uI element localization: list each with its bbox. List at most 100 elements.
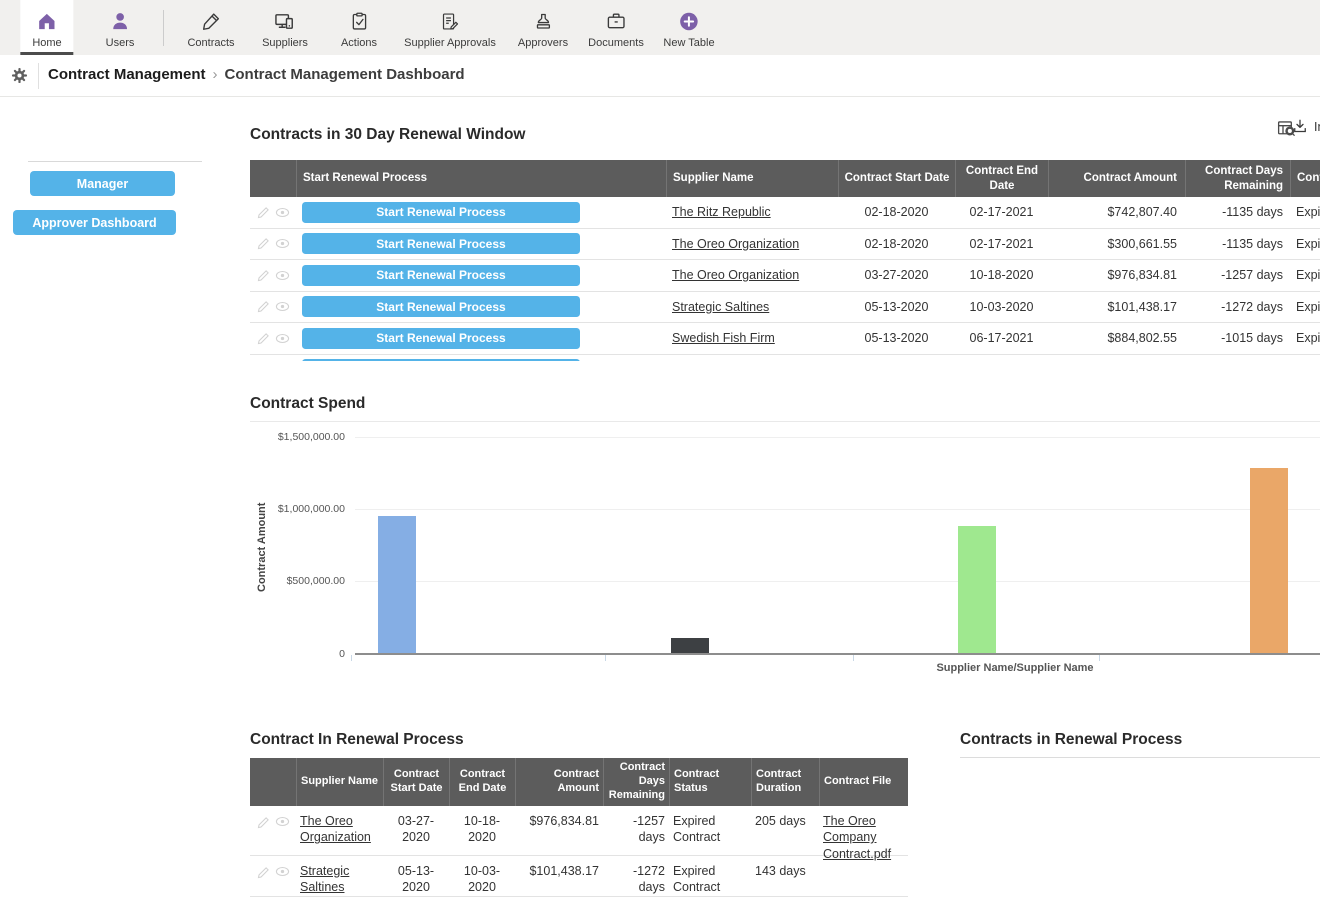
manager-button[interactable]: Manager bbox=[30, 171, 175, 196]
nav-label: Home bbox=[32, 37, 61, 49]
view-eye-icon[interactable] bbox=[275, 301, 290, 312]
header-contract-amount: Contract Amount bbox=[515, 758, 603, 806]
nav-label: Approvers bbox=[518, 37, 568, 49]
header-contract-start: Contract Start Date bbox=[838, 160, 955, 197]
header-actions-cell bbox=[250, 160, 296, 197]
nav-tab-contracts[interactable]: Contracts bbox=[175, 0, 246, 55]
contract-status: Expired Contract bbox=[1290, 237, 1320, 251]
supplier-link[interactable]: Strategic Saltines bbox=[672, 300, 769, 314]
devices-icon bbox=[273, 8, 296, 34]
nav-tab-approvers[interactable]: Approvers bbox=[506, 0, 580, 55]
view-eye-icon[interactable] bbox=[275, 866, 290, 879]
edit-pencil-icon[interactable] bbox=[257, 816, 270, 829]
view-eye-icon[interactable] bbox=[275, 207, 290, 218]
table-row: The Oreo Organization 03-27-2020 10-18-2… bbox=[250, 806, 908, 856]
table-row: Start Renewal Process Sour Patch Co 07-1… bbox=[250, 355, 1320, 362]
contract-duration: 205 days bbox=[751, 813, 819, 829]
supplier-link[interactable]: Strategic Saltines bbox=[300, 864, 349, 894]
supplier-link[interactable]: Swedish Fish Firm bbox=[672, 331, 775, 345]
supplier-link[interactable]: The Oreo Organization bbox=[672, 268, 799, 282]
start-renewal-process-button[interactable]: Start Renewal Process bbox=[302, 328, 580, 349]
contract-spend-chart: Contract Spend Contract Amount $1,500,00… bbox=[250, 395, 1320, 685]
in-renewal-title: Contract In Renewal Process bbox=[250, 731, 464, 749]
edit-pencil-icon[interactable] bbox=[257, 237, 270, 250]
edit-pencil-icon[interactable] bbox=[257, 300, 270, 313]
edit-pencil-icon[interactable] bbox=[257, 206, 270, 219]
contract-amount: $101,438.17 bbox=[1048, 300, 1185, 314]
nav-tab-suppliers[interactable]: Suppliers bbox=[250, 0, 320, 55]
plus-circle-icon bbox=[678, 8, 699, 34]
approver-dashboard-button[interactable]: Approver Dashboard bbox=[13, 210, 176, 235]
header-contract-status: Contract Status bbox=[1290, 160, 1320, 197]
edit-pencil-icon[interactable] bbox=[257, 332, 270, 345]
divider bbox=[38, 63, 39, 89]
view-eye-icon[interactable] bbox=[275, 238, 290, 249]
nav-tab-actions[interactable]: Actions bbox=[329, 0, 389, 55]
contract-file-link[interactable]: The Oreo Company Contract.pdf bbox=[823, 814, 891, 861]
chart-plot-area: Contract Amount $1,500,000.00 $1,000,000… bbox=[250, 421, 1320, 684]
nav-tab-users[interactable]: Users bbox=[94, 0, 147, 55]
gear-icon[interactable] bbox=[10, 66, 29, 85]
nav-tab-new-table[interactable]: New Table bbox=[651, 0, 726, 55]
contract-duration: 143 days bbox=[751, 863, 819, 879]
header-contract-end: Contract End Date bbox=[955, 160, 1048, 197]
contract-days-remaining: -1135 days bbox=[1185, 237, 1290, 251]
contract-days-remaining: -1272 days bbox=[1185, 300, 1290, 314]
import-button[interactable]: Import bbox=[1291, 118, 1320, 136]
header-days-remaining: Contract Days Remaining bbox=[603, 758, 669, 806]
top-nav: Home Users Contracts Suppliers Actions S… bbox=[0, 0, 1320, 55]
chart-y-axis-label: Contract Amount bbox=[256, 462, 270, 632]
contract-start-date: 05-13-2020 bbox=[838, 331, 955, 345]
table-row: Strategic Saltines 05-13-2020 10-03-2020… bbox=[250, 856, 908, 897]
y-tick-label: $500,000.00 bbox=[257, 575, 345, 587]
stamp-icon bbox=[532, 8, 553, 34]
view-eye-icon[interactable] bbox=[275, 816, 290, 829]
supplier-link[interactable]: The Oreo Organization bbox=[300, 814, 371, 844]
nav-label: Actions bbox=[341, 37, 377, 49]
breadcrumb-root[interactable]: Contract Management bbox=[48, 66, 206, 83]
view-eye-icon[interactable] bbox=[275, 270, 290, 281]
nav-label: Documents bbox=[588, 37, 644, 49]
breadcrumb-bar: Contract Management › Contract Management … bbox=[0, 55, 1320, 97]
y-tick-label: $1,500,000.00 bbox=[257, 431, 345, 443]
start-renewal-process-button[interactable]: Start Renewal Process bbox=[302, 296, 580, 317]
nav-tab-documents[interactable]: Documents bbox=[576, 0, 656, 55]
header-supplier-name: Supplier Name bbox=[666, 160, 838, 197]
contract-days-remaining: -1015 days bbox=[1185, 331, 1290, 345]
chevron-right-icon: › bbox=[213, 66, 218, 83]
header-actions-cell bbox=[250, 758, 296, 806]
nav-tab-supplier-approvals[interactable]: Supplier Approvals bbox=[392, 0, 508, 55]
contract-amount: $742,807.40 bbox=[1048, 205, 1185, 219]
header-contract-amount: Contract Amount bbox=[1048, 160, 1185, 197]
start-renewal-process-button[interactable]: Start Renewal Process bbox=[302, 202, 580, 223]
header-contract-duration: Contract Duration bbox=[751, 758, 819, 806]
supplier-link[interactable]: The Oreo Organization bbox=[672, 237, 799, 251]
breadcrumb-current: Contract Management Dashboard bbox=[225, 66, 465, 83]
renewal-window-title: Contracts in 30 Day Renewal Window bbox=[250, 126, 525, 144]
contract-days-remaining: -1272 days bbox=[603, 863, 669, 896]
contract-end-date: 10-03-2020 bbox=[449, 863, 515, 896]
header-start-renewal: Start Renewal Process bbox=[296, 160, 666, 197]
home-icon bbox=[36, 8, 59, 34]
nav-tab-home[interactable]: Home bbox=[20, 0, 73, 55]
gridline bbox=[355, 437, 1320, 438]
document-edit-icon bbox=[439, 8, 460, 34]
contract-status: Expired Contract bbox=[1290, 205, 1320, 219]
edit-pencil-icon[interactable] bbox=[257, 866, 270, 879]
header-contract-status: Contract Status bbox=[669, 758, 751, 806]
start-renewal-process-button[interactable]: Start Renewal Process bbox=[302, 265, 580, 286]
gridline bbox=[355, 581, 1320, 582]
table-row: Start Renewal Process Swedish Fish Firm … bbox=[250, 323, 1320, 355]
view-eye-icon[interactable] bbox=[275, 333, 290, 344]
contract-status: Expired Contract bbox=[1290, 331, 1320, 345]
chart-bar bbox=[378, 516, 416, 653]
chart-title: Contract Spend bbox=[250, 395, 365, 413]
supplier-link[interactable]: The Ritz Republic bbox=[672, 205, 771, 219]
start-renewal-process-button[interactable]: Start Renewal Process bbox=[302, 233, 580, 254]
header-supplier-name: Supplier Name bbox=[296, 758, 383, 806]
start-renewal-process-button[interactable]: Start Renewal Process bbox=[302, 359, 580, 361]
sidebar-divider bbox=[28, 161, 202, 162]
nav-label: Supplier Approvals bbox=[404, 37, 496, 49]
section-divider bbox=[960, 757, 1320, 758]
edit-pencil-icon[interactable] bbox=[257, 269, 270, 282]
